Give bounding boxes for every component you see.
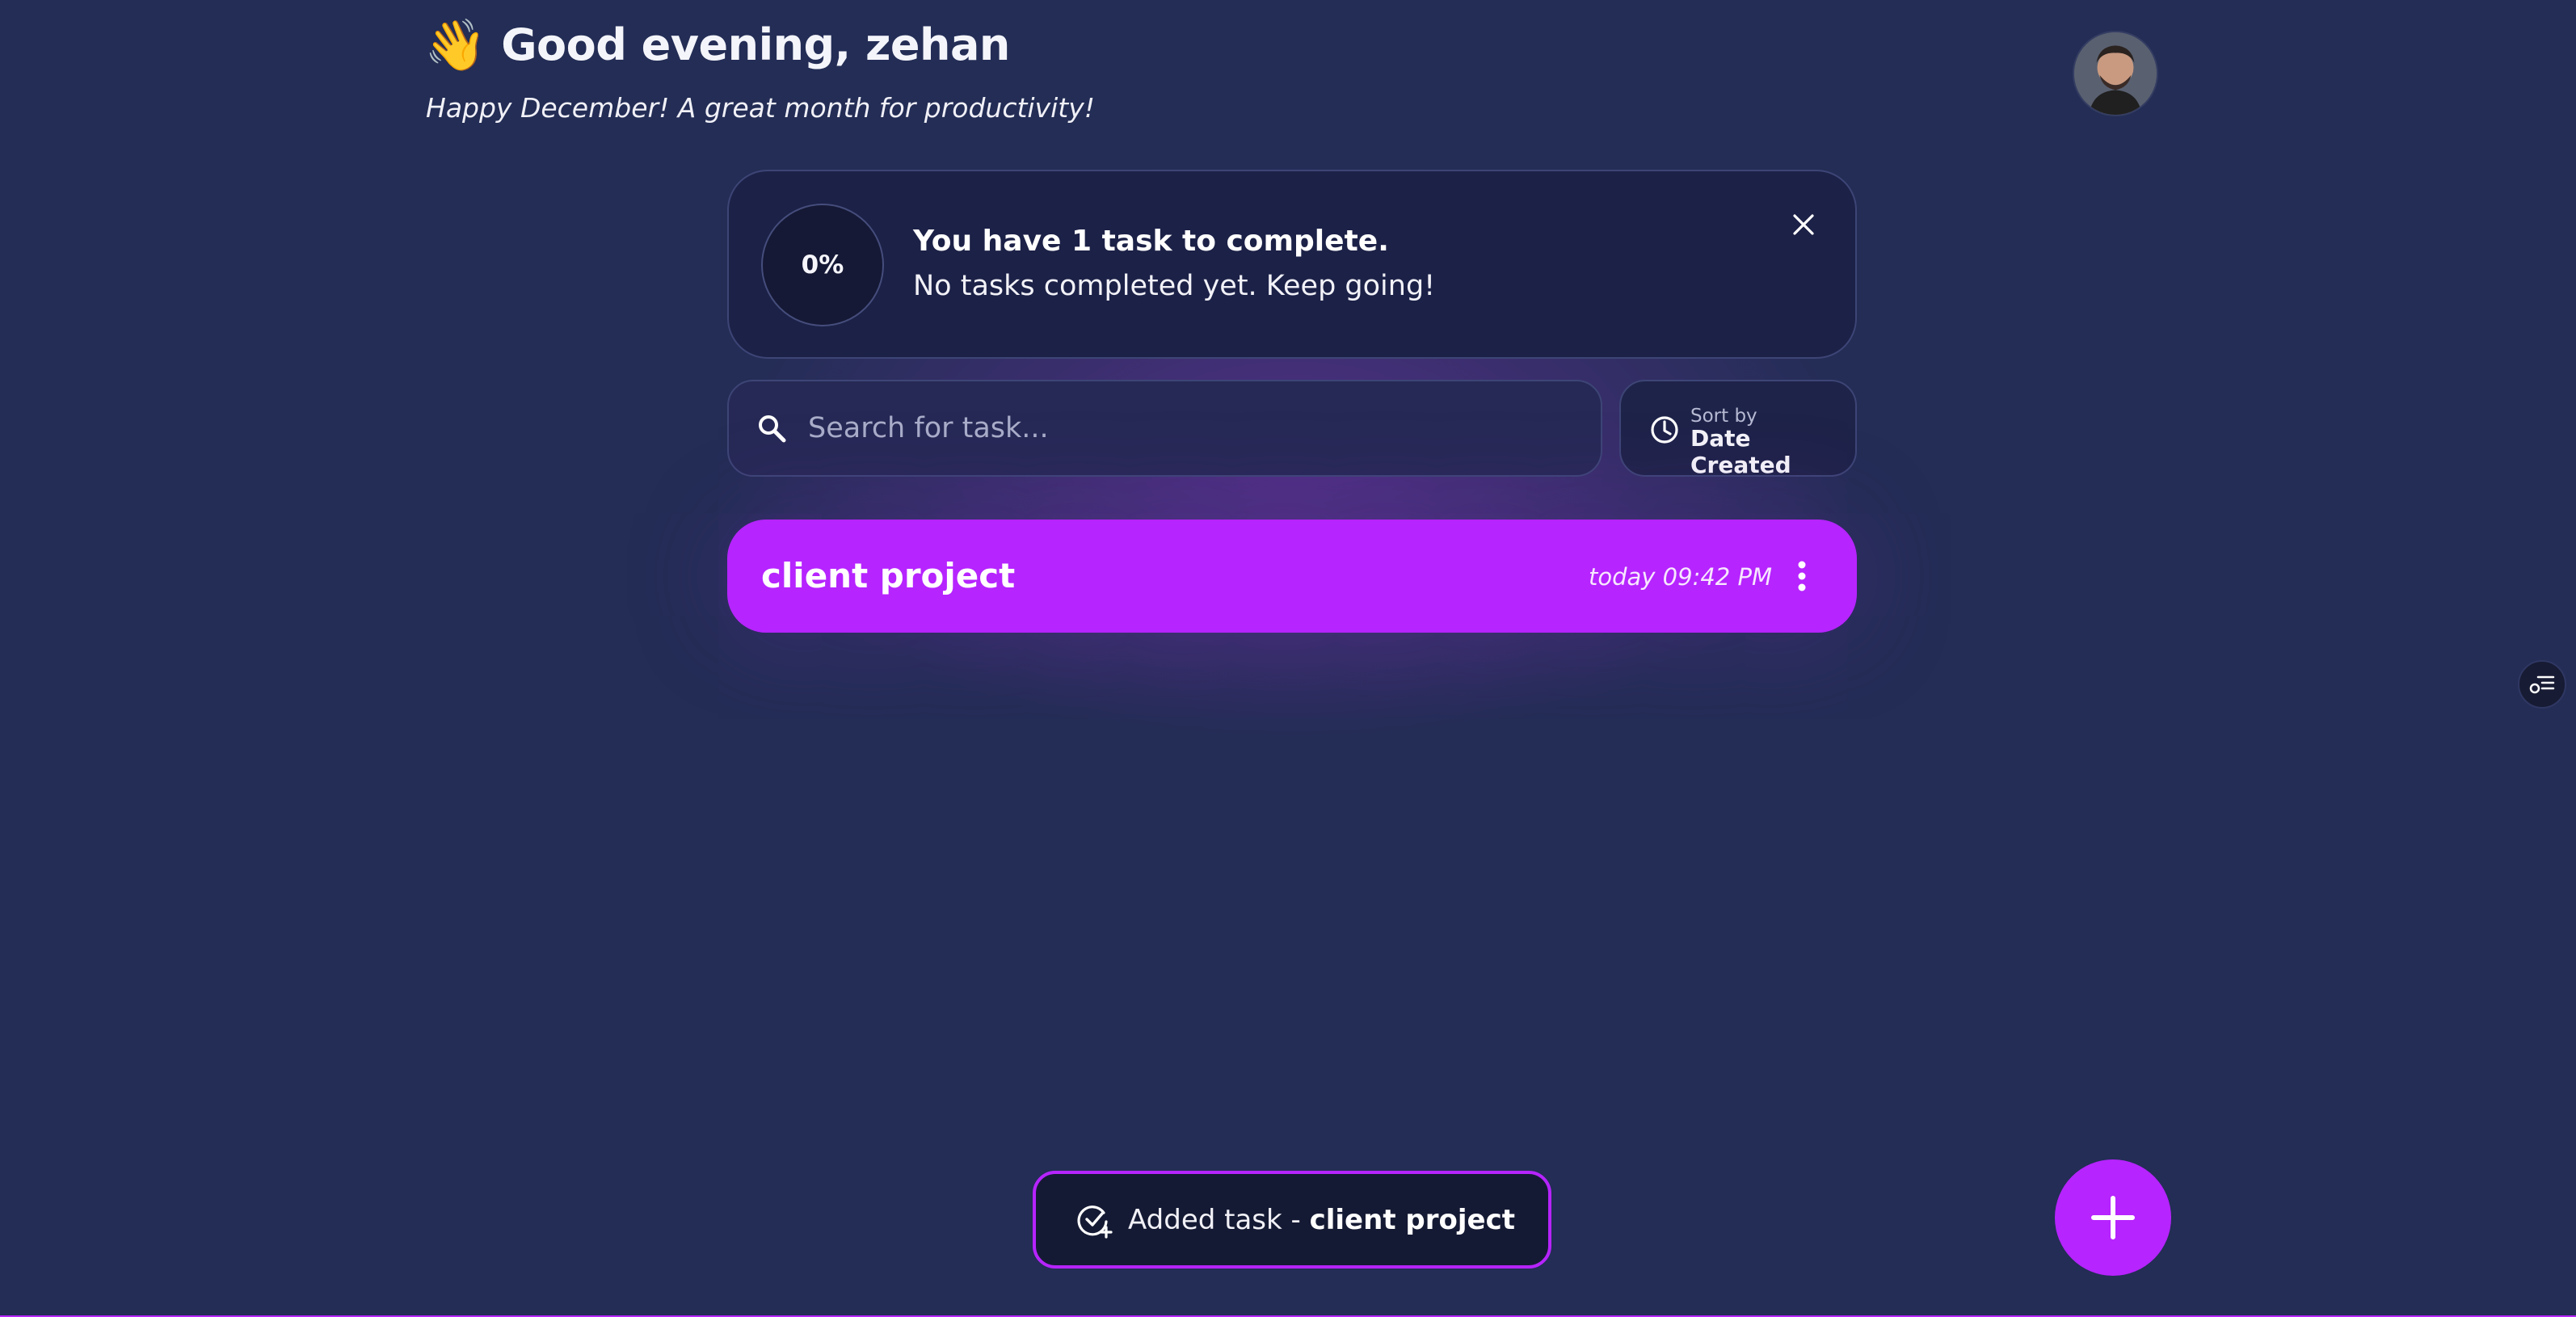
sort-button[interactable]: Sort by Date Created (1619, 380, 1857, 478)
more-vertical-icon (1798, 561, 1806, 591)
user-avatar[interactable] (2074, 32, 2157, 115)
avatar-image (2074, 32, 2157, 115)
wave-icon: 👋 (424, 15, 487, 74)
toast-prefix: Added task - (1128, 1203, 1310, 1236)
progress-card: 0% You have 1 task to complete. No tasks… (727, 170, 1857, 359)
progress-description: No tasks completed yet. Keep going! (913, 270, 1436, 302)
greeting-header: 👋 Good evening, zehan (424, 19, 1010, 70)
list-settings-icon (2529, 675, 2555, 694)
sort-value: Date Created (1690, 425, 1791, 478)
app-page: 👋 Good evening, zehan Happy December! A … (0, 0, 2576, 1317)
greeting-subtitle: Happy December! A great month for produc… (426, 92, 1095, 124)
close-button[interactable] (1786, 207, 1821, 242)
plus-icon (2091, 1196, 2135, 1239)
search-box[interactable] (727, 380, 1602, 477)
clock-icon (1651, 416, 1678, 444)
side-panel-toggle[interactable] (2518, 660, 2566, 709)
task-title: client project (761, 556, 1016, 595)
task-menu-button[interactable] (1786, 555, 1818, 597)
sort-label: Sort by (1690, 406, 1757, 427)
toast-notification: Added task - client project (1033, 1171, 1551, 1269)
add-task-button[interactable] (2055, 1159, 2171, 1276)
toast-message: Added task - client project (1128, 1204, 1515, 1236)
toast-task-name: client project (1309, 1203, 1515, 1236)
search-input[interactable] (806, 395, 1601, 461)
greeting-title: Good evening, zehan (501, 19, 1010, 70)
progress-ring: 0% (761, 204, 884, 326)
check-plus-icon (1075, 1201, 1113, 1239)
progress-title: You have 1 task to complete. (913, 225, 1389, 258)
task-time: today 09:42 PM (1589, 563, 1772, 591)
close-icon (1793, 214, 1814, 235)
task-card[interactable]: client project today 09:42 PM (727, 520, 1857, 633)
search-icon (753, 410, 790, 447)
